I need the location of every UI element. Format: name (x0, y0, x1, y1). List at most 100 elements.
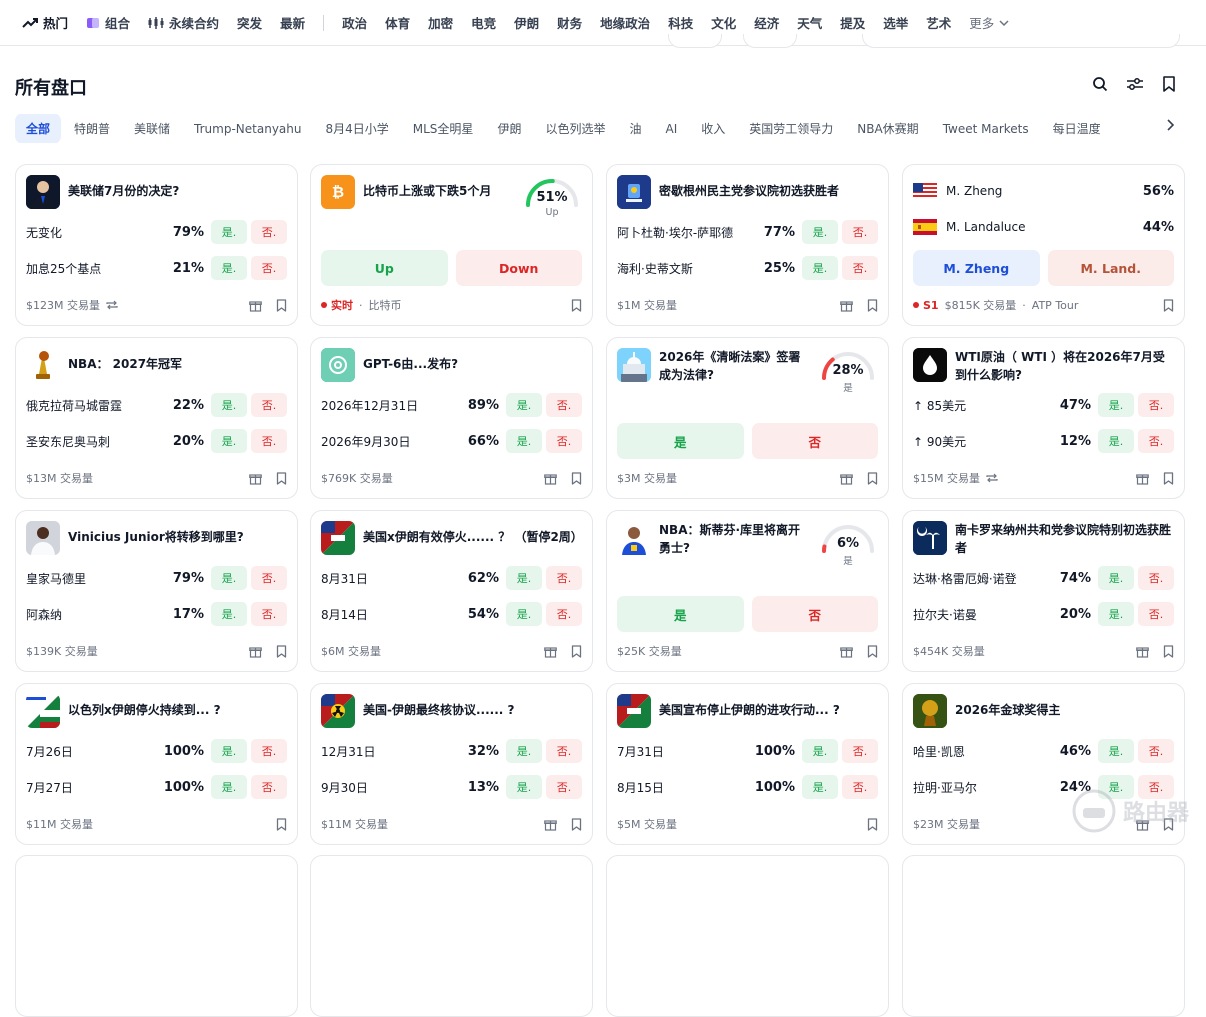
nav-more-button[interactable]: 更多 (969, 13, 1009, 32)
buy-no-button[interactable]: 否. (251, 739, 287, 763)
market-card[interactable]: 美国-伊朗最终核协议...... ? 12月31日32%是.否. 9月30日13… (310, 683, 593, 845)
buy-yes-button[interactable]: 是. (211, 566, 247, 590)
market-card[interactable]: NBA：斯蒂芬·库里将离开勇士? 6%是 是否 $25K 交易量 (606, 510, 889, 672)
market-card-partial[interactable] (310, 855, 593, 1017)
buy-no-button[interactable]: 否. (251, 393, 287, 417)
buy-yes-button[interactable]: 是. (506, 429, 542, 453)
gift-icon[interactable] (840, 299, 853, 312)
buy-yes-button[interactable]: 是. (1098, 739, 1134, 763)
bookmark-icon[interactable] (867, 299, 878, 312)
market-card[interactable]: NBA： 2027年冠军 俄克拉荷马城雷霆22%是.否. 圣安东尼奥马刺20%是… (15, 337, 298, 499)
filter-chip[interactable]: 收入 (690, 114, 736, 143)
bookmark-icon[interactable] (1162, 76, 1176, 92)
nav-topic[interactable]: 提及 (840, 13, 865, 32)
buy-no-button[interactable]: 否. (251, 602, 287, 626)
buy-no-button[interactable]: 否. (1138, 602, 1174, 626)
buy-yes-button[interactable]: 是. (802, 256, 838, 280)
buy-no-button[interactable]: 否. (842, 256, 878, 280)
filter-chip[interactable]: AI (654, 115, 688, 143)
buy-yes-button[interactable]: 是. (211, 775, 247, 799)
buy-yes-button[interactable]: 是. (211, 393, 247, 417)
buy-no-button[interactable]: 否. (251, 220, 287, 244)
filter-chip-all[interactable]: 全部 (15, 114, 61, 143)
market-card[interactable]: 密歇根州民主党参议院初选获胜者 阿卜杜勒·埃尔-萨耶德77%是.否. 海利·史蒂… (606, 164, 889, 326)
nav-topic[interactable]: 科技 (668, 13, 693, 32)
bookmark-icon[interactable] (1163, 299, 1174, 312)
market-card[interactable]: 2026年《清晰法案》签署成为法律? 28%是 是否 $3M 交易量 (606, 337, 889, 499)
buy-yes-button[interactable]: 是. (1098, 429, 1134, 453)
market-card[interactable]: GPT-6由...发布? 2026年12月31日89%是.否. 2026年9月3… (310, 337, 593, 499)
nav-topic[interactable]: 伊朗 (514, 13, 539, 32)
market-card[interactable]: 南卡罗来纳州共和党参议院特别初选获胜者 达琳·格雷厄姆·诺登74%是.否. 拉尔… (902, 510, 1185, 672)
nav-topic[interactable]: 财务 (557, 13, 582, 32)
filter-chip[interactable]: Trump-Netanyahu (183, 115, 312, 143)
no-button[interactable]: 否 (752, 423, 879, 459)
gift-icon[interactable] (544, 818, 557, 831)
gift-icon[interactable] (544, 645, 557, 658)
market-card[interactable]: WTI原油（ WTI ）将在2026年7月受到什么影响? ↑ 85美元47%是.… (902, 337, 1185, 499)
buy-no-button[interactable]: 否. (546, 602, 582, 626)
down-button[interactable]: Down (456, 250, 583, 286)
buy-yes-button[interactable]: 是. (506, 566, 542, 590)
buy-yes-button[interactable]: 是. (211, 220, 247, 244)
buy-yes-button[interactable]: 是. (802, 775, 838, 799)
buy-yes-button[interactable]: 是. (802, 739, 838, 763)
buy-no-button[interactable]: 否. (251, 775, 287, 799)
player-2-button[interactable]: M. Land. (1048, 250, 1175, 286)
buy-yes-button[interactable]: 是. (506, 602, 542, 626)
gift-icon[interactable] (249, 299, 262, 312)
market-card[interactable]: Vinicius Junior将转移到哪里? 皇家马德里79%是.否. 阿森纳1… (15, 510, 298, 672)
buy-yes-button[interactable]: 是. (802, 220, 838, 244)
nav-item-perpetual[interactable]: 永续合约 (148, 13, 219, 32)
nav-topic[interactable]: 体育 (385, 13, 410, 32)
nav-item-breaking[interactable]: 突发 (237, 13, 262, 32)
market-card[interactable]: 美国宣布停止伊朗的进攻行动... ? 7月31日100%是.否. 8月15日10… (606, 683, 889, 845)
bookmark-icon[interactable] (276, 818, 287, 831)
buy-yes-button[interactable]: 是. (211, 739, 247, 763)
filter-chip[interactable]: 以色列选举 (534, 114, 616, 143)
buy-yes-button[interactable]: 是. (1098, 566, 1134, 590)
buy-no-button[interactable]: 否. (251, 256, 287, 280)
bookmark-icon[interactable] (1163, 645, 1174, 658)
buy-no-button[interactable]: 否. (842, 775, 878, 799)
nav-topic[interactable]: 地缘政治 (600, 13, 650, 32)
nav-topic[interactable]: 加密 (428, 13, 453, 32)
market-card-partial[interactable] (15, 855, 298, 1017)
buy-yes-button[interactable]: 是. (1098, 393, 1134, 417)
bookmark-icon[interactable] (571, 472, 582, 485)
gift-icon[interactable] (249, 472, 262, 485)
market-card[interactable]: 以色列x伊朗停火持续到... ? 7月26日100%是.否. 7月27日100%… (15, 683, 298, 845)
filter-sliders-icon[interactable] (1126, 76, 1144, 92)
filter-chip[interactable]: 8月4日小学 (314, 114, 399, 143)
bookmark-icon[interactable] (571, 818, 582, 831)
up-button[interactable]: Up (321, 250, 448, 286)
bookmark-icon[interactable] (571, 645, 582, 658)
market-card[interactable]: ₿比特币上涨或下跌5个月 51%Up UpDown 实时·比特币 (310, 164, 593, 326)
nav-topic[interactable]: 政治 (342, 13, 367, 32)
market-card-partial[interactable] (902, 855, 1185, 1017)
buy-no-button[interactable]: 否. (546, 739, 582, 763)
buy-no-button[interactable]: 否. (842, 739, 878, 763)
buy-no-button[interactable]: 否. (251, 566, 287, 590)
nav-topic[interactable]: 文化 (711, 13, 736, 32)
nav-topic[interactable]: 天气 (797, 13, 822, 32)
buy-yes-button[interactable]: 是. (506, 775, 542, 799)
yes-button[interactable]: 是 (617, 423, 744, 459)
nav-topic[interactable]: 选举 (883, 13, 908, 32)
gift-icon[interactable] (249, 645, 262, 658)
filter-chip[interactable]: 英国劳工领导力 (738, 114, 844, 143)
yes-button[interactable]: 是 (617, 596, 744, 632)
buy-no-button[interactable]: 否. (251, 429, 287, 453)
buy-yes-button[interactable]: 是. (506, 393, 542, 417)
filter-chip[interactable]: 特朗普 (63, 114, 121, 143)
market-card[interactable]: 美国x伊朗有效停火...... ？ （暂停2周） 8月31日62%是.否. 8月… (310, 510, 593, 672)
buy-yes-button[interactable]: 是. (506, 739, 542, 763)
gift-icon[interactable] (1136, 645, 1149, 658)
filter-chip[interactable]: Tweet Markets (932, 115, 1040, 143)
bookmark-icon[interactable] (867, 472, 878, 485)
buy-no-button[interactable]: 否. (546, 393, 582, 417)
nav-item-newest[interactable]: 最新 (280, 13, 305, 32)
market-card-partial[interactable] (606, 855, 889, 1017)
chevron-right-icon[interactable] (1166, 118, 1176, 132)
buy-yes-button[interactable]: 是. (211, 429, 247, 453)
